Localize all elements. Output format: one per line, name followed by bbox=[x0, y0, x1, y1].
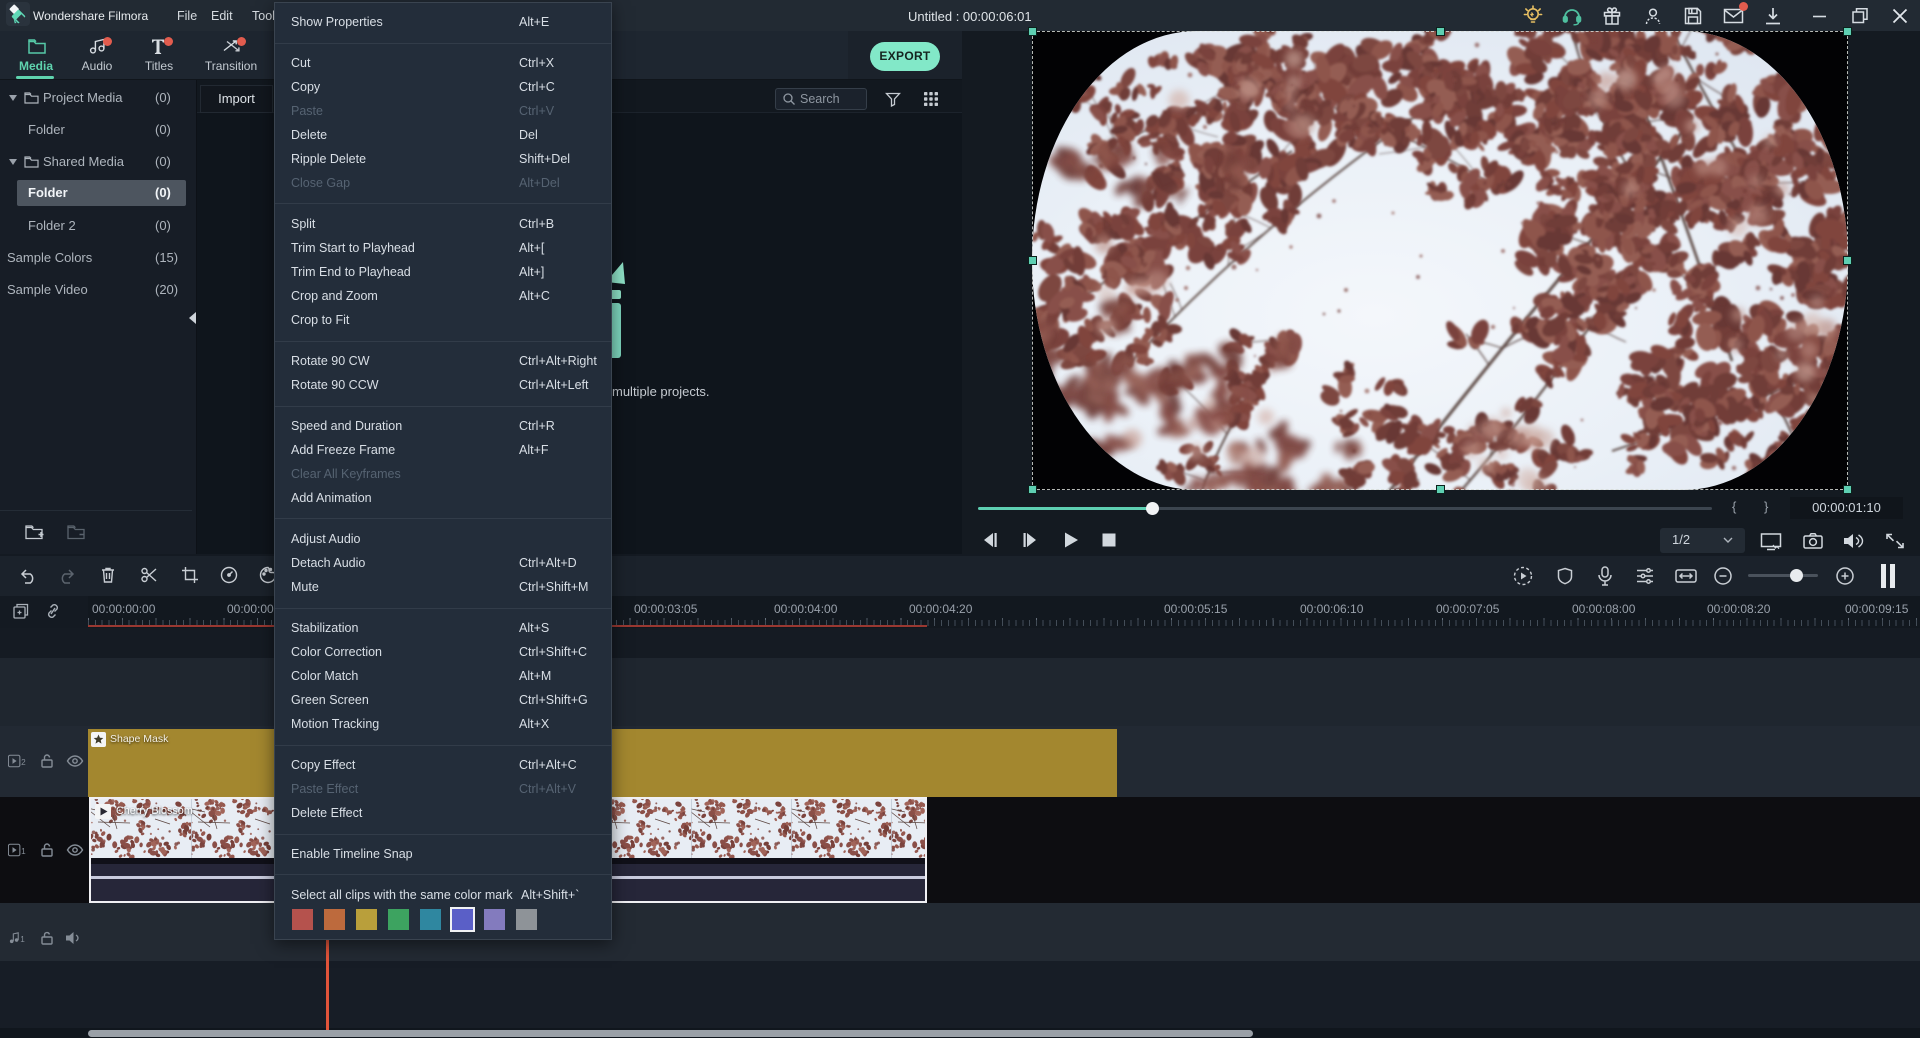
svg-text:1: 1 bbox=[21, 847, 26, 856]
svg-text:2: 2 bbox=[21, 758, 26, 767]
svg-text:1: 1 bbox=[20, 935, 25, 944]
